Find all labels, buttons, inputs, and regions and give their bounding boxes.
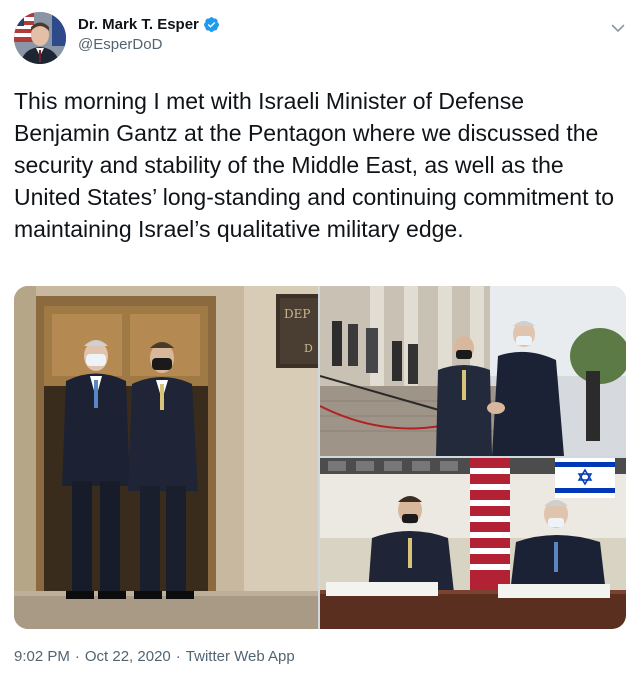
author-name-row: Dr. Mark T. Esper [78,16,220,33]
meta-separator: · [175,648,181,665]
avatar[interactable] [14,12,66,64]
svg-text:D: D [304,342,313,355]
verified-badge-icon [203,16,220,33]
tweet-time[interactable]: 9:02 PM [14,648,70,665]
photo-handshake[interactable] [320,286,626,456]
photo-standing-at-entrance[interactable]: DEP D [14,286,318,629]
sign-text: DEP [284,307,310,321]
tweet-text: This morning I met with Israeli Minister… [14,88,615,242]
tweet-source[interactable]: Twitter Web App [186,648,295,665]
media-grid: DEP D [14,286,626,629]
tweet-meta: 9:02 PM · Oct 22, 2020 · Twitter Web App [14,648,295,665]
meta-separator: · [74,648,80,665]
author-handle[interactable]: @EsperDoD [78,36,220,53]
photo-signing[interactable] [320,458,626,629]
tweet-date[interactable]: Oct 22, 2020 [85,648,171,665]
tweet-author: Dr. Mark T. Esper @EsperDoD [78,16,220,53]
chevron-down-icon[interactable] [610,20,626,36]
tweet-card: Dr. Mark T. Esper @EsperDoD This morning… [0,0,640,681]
author-name[interactable]: Dr. Mark T. Esper [78,16,199,33]
